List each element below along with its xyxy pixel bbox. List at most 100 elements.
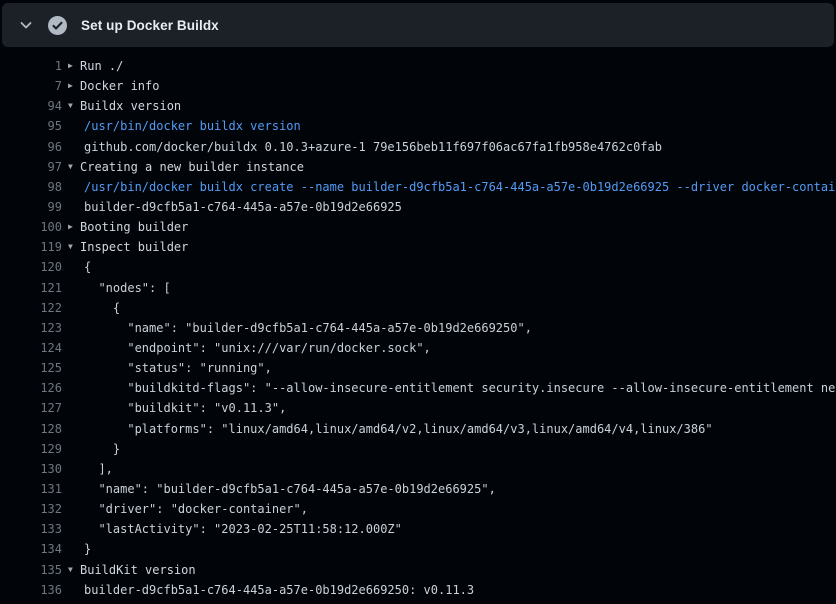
line-number[interactable]: 126 [0,378,62,398]
log-text: /usr/bin/docker buildx version [80,116,301,136]
group-toggle-icon [68,479,80,499]
line-number[interactable]: 96 [0,137,62,157]
log-line[interactable]: 94 ▼ Buildx version [0,96,836,116]
log-text: Creating a new builder instance [80,157,304,177]
log-text: Run ./ [80,56,123,76]
log-line: 126 "buildkitd-flags": "--allow-insecure… [0,378,836,398]
log-line: 133 "lastActivity": "2023-02-25T11:58:12… [0,519,836,539]
log-text: Inspect builder [80,237,188,257]
group-toggle-icon [68,439,80,459]
line-number[interactable]: 132 [0,499,62,519]
log-line[interactable]: 7 ▶ Docker info [0,76,836,96]
line-number[interactable]: 121 [0,278,62,298]
log-text: Docker info [80,76,159,96]
log-text: "nodes": [ [80,278,171,298]
line-number[interactable]: 7 [0,76,62,96]
log-line: 124 "endpoint": "unix:///var/run/docker.… [0,338,836,358]
log-text: ], [80,459,113,479]
line-number[interactable]: 130 [0,459,62,479]
line-number[interactable]: 99 [0,197,62,217]
log-text: } [80,539,91,559]
log-text: github.com/docker/buildx 0.10.3+azure-1 … [80,137,662,157]
log-line: 120 { [0,257,836,277]
log-text: "endpoint": "unix:///var/run/docker.sock… [80,338,431,358]
log-line[interactable]: 119 ▼ Inspect builder [0,237,836,257]
line-number[interactable]: 135 [0,560,62,580]
group-toggle-icon: ▼ [68,157,80,177]
log-line: 125 "status": "running", [0,358,836,378]
line-number[interactable]: 94 [0,96,62,116]
log-text: { [80,298,120,318]
line-number[interactable]: 128 [0,419,62,439]
group-toggle-icon [68,580,80,600]
log-line: 95 /usr/bin/docker buildx version [0,116,836,136]
log-line: 99 builder-d9cfb5a1-c764-445a-a57e-0b19d… [0,197,836,217]
check-circle-icon [48,16,67,35]
log-line[interactable]: 135 ▼ BuildKit version [0,560,836,580]
line-number[interactable]: 100 [0,217,62,237]
group-toggle-icon [68,278,80,298]
log-text: "buildkit": "v0.11.3", [80,398,286,418]
line-number[interactable]: 124 [0,338,62,358]
group-toggle-icon [68,338,80,358]
group-toggle-icon [68,378,80,398]
line-number[interactable]: 97 [0,157,62,177]
line-number[interactable]: 131 [0,479,62,499]
line-number[interactable]: 125 [0,358,62,378]
line-number[interactable]: 123 [0,318,62,338]
log-line[interactable]: 100 ▶ Booting builder [0,217,836,237]
step-header[interactable]: Set up Docker Buildx [2,3,834,47]
log-text: "platforms": "linux/amd64,linux/amd64/v2… [80,419,713,439]
line-number[interactable]: 120 [0,257,62,277]
log-text: Booting builder [80,217,188,237]
log-text: builder-d9cfb5a1-c764-445a-a57e-0b19d2e6… [80,580,474,600]
log-line: 132 "driver": "docker-container", [0,499,836,519]
line-number[interactable]: 95 [0,116,62,136]
log-text: builder-d9cfb5a1-c764-445a-a57e-0b19d2e6… [80,197,402,217]
group-toggle-icon [68,499,80,519]
log-text: } [80,439,120,459]
line-number[interactable]: 98 [0,177,62,197]
group-toggle-icon [68,539,80,559]
group-toggle-icon [68,318,80,338]
log-text: BuildKit version [80,560,196,580]
log-line[interactable]: 97 ▼ Creating a new builder instance [0,157,836,177]
group-toggle-icon [68,137,80,157]
step-title: Set up Docker Buildx [81,18,219,33]
group-toggle-icon [68,398,80,418]
log-text: "driver": "docker-container", [80,499,308,519]
group-toggle-icon: ▼ [68,560,80,580]
group-toggle-icon [68,116,80,136]
group-toggle-icon: ▼ [68,237,80,257]
line-number[interactable]: 127 [0,398,62,418]
log-text: { [80,257,91,277]
log-line: 130 ], [0,459,836,479]
group-toggle-icon [68,358,80,378]
line-number[interactable]: 1 [0,56,62,76]
group-toggle-icon [68,257,80,277]
line-number[interactable]: 136 [0,580,62,600]
line-number[interactable]: 134 [0,539,62,559]
log-line: 96 github.com/docker/buildx 0.10.3+azure… [0,137,836,157]
group-toggle-icon [68,197,80,217]
log-line: 134 } [0,539,836,559]
log-text: "name": "builder-d9cfb5a1-c764-445a-a57e… [80,318,532,338]
line-number[interactable]: 119 [0,237,62,257]
log-line: 127 "buildkit": "v0.11.3", [0,398,836,418]
group-toggle-icon [68,177,80,197]
log-text: Buildx version [80,96,181,116]
line-number[interactable]: 122 [0,298,62,318]
group-toggle-icon [68,459,80,479]
log-line: 98 /usr/bin/docker buildx create --name … [0,177,836,197]
log-line: 136 builder-d9cfb5a1-c764-445a-a57e-0b19… [0,580,836,600]
chevron-down-icon[interactable] [18,17,34,33]
log-line: 128 "platforms": "linux/amd64,linux/amd6… [0,419,836,439]
line-number[interactable]: 129 [0,439,62,459]
log-lines: 1 ▶ Run ./ 7 ▶ Docker info 94 ▼ Buildx v… [0,47,836,600]
log-text: "name": "builder-d9cfb5a1-c764-445a-a57e… [80,479,496,499]
line-number[interactable]: 133 [0,519,62,539]
log-line[interactable]: 1 ▶ Run ./ [0,56,836,76]
group-toggle-icon [68,298,80,318]
log-line: 122 { [0,298,836,318]
group-toggle-icon: ▶ [68,56,80,76]
